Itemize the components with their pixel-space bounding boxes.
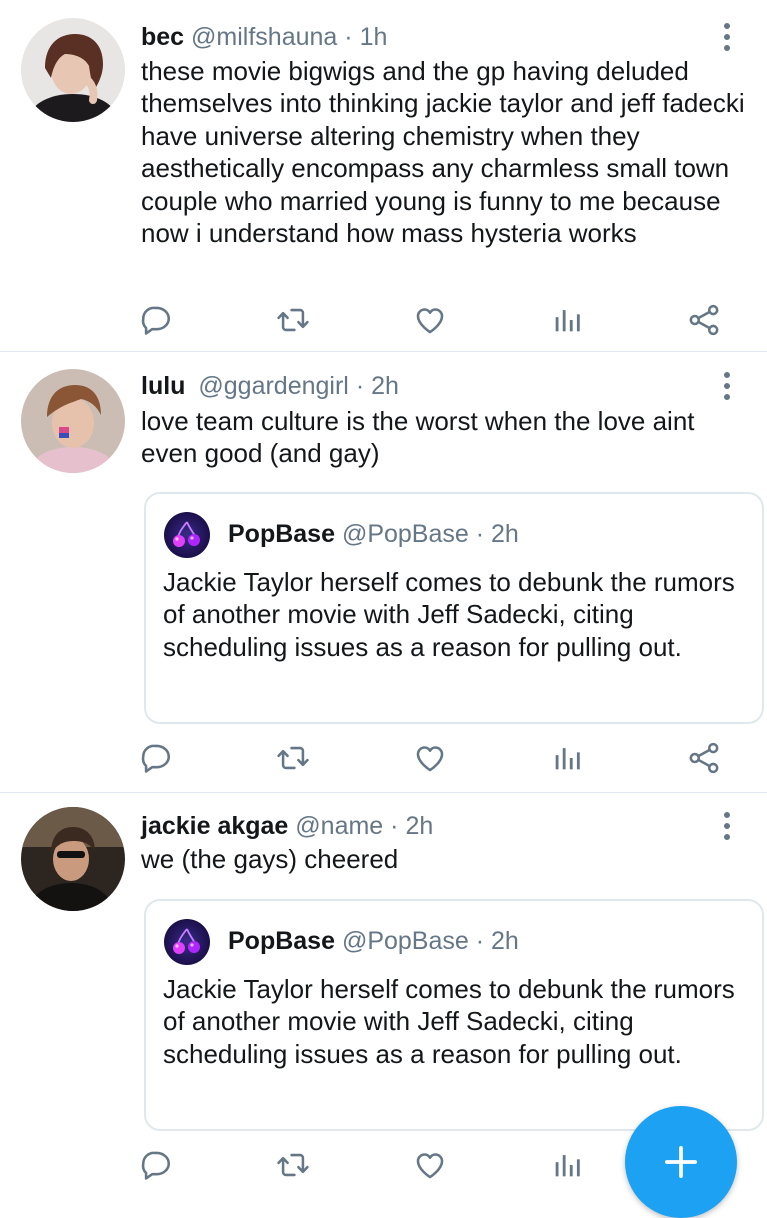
author-name[interactable]: jackie akgae [141, 812, 288, 840]
author-handle[interactable]: @ggardengirl [198, 372, 348, 400]
tweet-text: love team culture is the worst when the … [141, 406, 695, 469]
tweet-2[interactable]: lulu @ggardengirl · 2h love team culture… [0, 352, 767, 793]
analytics-icon[interactable] [547, 1145, 587, 1185]
avatar[interactable] [21, 807, 125, 911]
quoted-tweet[interactable]: PopBase @PopBase · 2h Jackie Taylor hers… [144, 899, 764, 1131]
tweet-1[interactable]: bec @milfshauna · 1h these movie bigwigs… [0, 0, 767, 352]
author-handle[interactable]: @milfshauna [191, 23, 337, 51]
avatar[interactable] [21, 18, 125, 122]
timestamp[interactable]: 2h [405, 812, 433, 840]
plus-icon [664, 1145, 698, 1179]
analytics-icon[interactable] [547, 300, 587, 340]
reply-icon[interactable] [136, 1145, 176, 1185]
tweet-text: we (the gays) cheered [141, 844, 399, 874]
retweet-icon[interactable] [273, 300, 313, 340]
separator-dot: · [390, 812, 399, 840]
avatar[interactable] [21, 369, 125, 473]
quoted-avatar[interactable] [164, 512, 210, 558]
quoted-timestamp: 2h [491, 927, 519, 955]
like-icon[interactable] [410, 300, 450, 340]
retweet-icon[interactable] [273, 1145, 313, 1185]
tweet-header: lulu @ggardengirl · 2h [141, 369, 399, 403]
separator-dot: · [475, 520, 485, 548]
analytics-icon[interactable] [547, 738, 587, 778]
more-options-icon[interactable] [717, 369, 737, 403]
quoted-author-name: PopBase [228, 927, 335, 955]
timestamp[interactable]: 1h [360, 23, 388, 51]
like-icon[interactable] [410, 738, 450, 778]
retweet-icon[interactable] [273, 738, 313, 778]
timestamp[interactable]: 2h [371, 372, 399, 400]
quoted-avatar[interactable] [164, 919, 210, 965]
quoted-text: Jackie Taylor herself comes to debunk th… [163, 974, 735, 1069]
author-handle[interactable]: @name [295, 812, 383, 840]
tweet-text: these movie bigwigs and the gp having de… [141, 56, 745, 249]
separator-dot: · [355, 372, 365, 400]
separator-dot: · [344, 23, 353, 51]
reply-icon[interactable] [136, 300, 176, 340]
share-icon[interactable] [684, 300, 724, 340]
action-bar [0, 300, 767, 340]
more-options-icon[interactable] [717, 809, 737, 843]
author-name[interactable]: lulu [141, 372, 185, 400]
quoted-author-handle: @PopBase [341, 927, 469, 955]
author-name[interactable]: bec [141, 23, 184, 51]
quoted-header: PopBase @PopBase · 2h [228, 517, 519, 551]
share-icon[interactable] [684, 738, 724, 778]
quoted-author-name: PopBase [228, 520, 335, 548]
reply-icon[interactable] [136, 738, 176, 778]
compose-button[interactable] [625, 1106, 737, 1218]
more-options-icon[interactable] [717, 20, 737, 54]
quoted-tweet[interactable]: PopBase @PopBase · 2h Jackie Taylor hers… [144, 492, 764, 724]
tweet-header: jackie akgae @name · 2h [141, 809, 433, 843]
quoted-text: Jackie Taylor herself comes to debunk th… [163, 567, 735, 662]
quoted-author-handle: @PopBase [341, 520, 469, 548]
action-bar [0, 738, 767, 778]
quoted-timestamp: 2h [491, 520, 519, 548]
like-icon[interactable] [410, 1145, 450, 1185]
separator-dot: · [475, 927, 485, 955]
quoted-header: PopBase @PopBase · 2h [228, 924, 519, 958]
tweet-header: bec @milfshauna · 1h [141, 20, 387, 54]
